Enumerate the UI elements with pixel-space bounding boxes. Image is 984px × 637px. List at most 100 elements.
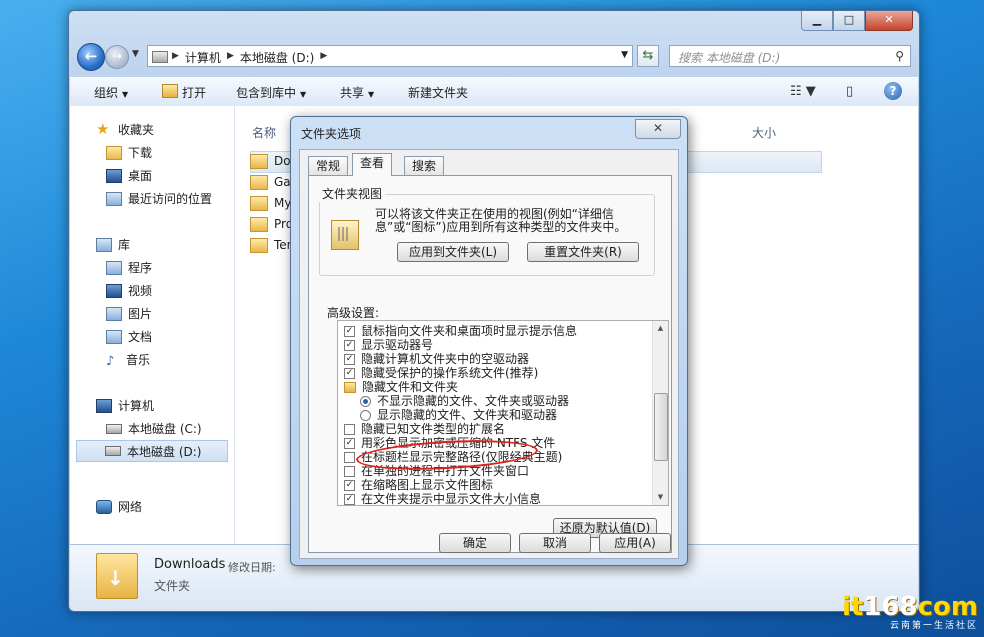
new-folder-button[interactable]: 新建文件夹 — [408, 84, 468, 101]
option-group-hidden-files: 隐藏文件和文件夹 — [344, 380, 458, 394]
option-show-drive-letters[interactable]: 显示驱动器号 — [344, 338, 433, 352]
sidebar-label: 桌面 — [128, 169, 153, 183]
sidebar-item-libraries[interactable]: 库 — [96, 236, 130, 253]
chevron-right-icon: ▶ — [226, 51, 234, 61]
option-label: 隐藏计算机文件夹中的空驱动器 — [361, 352, 530, 366]
sidebar-item-recent[interactable]: 最近访问的位置 — [106, 190, 212, 207]
dialog-close-button[interactable]: ✕ — [635, 119, 681, 139]
recent-pages-dropdown[interactable]: ▼ — [132, 49, 139, 59]
sidebar-item-desktop[interactable]: 桌面 — [106, 167, 152, 184]
dialog-title: 文件夹选项 — [301, 127, 362, 141]
checkbox-checked[interactable] — [344, 367, 355, 379]
sidebar-item-pictures[interactable]: 图片 — [106, 305, 152, 322]
cancel-button[interactable]: 取消 — [519, 533, 591, 553]
sidebar-item-videos[interactable]: 视频 — [106, 282, 152, 299]
sidebar-item-drive-c[interactable]: 本地磁盘 (C:) — [106, 420, 202, 437]
radio-selected[interactable] — [360, 395, 371, 407]
apply-to-folders-button[interactable]: 应用到文件夹(L) — [397, 242, 509, 262]
sidebar-label: 图片 — [128, 307, 153, 321]
sidebar-item-music[interactable]: ♪ 音乐 — [106, 351, 150, 369]
option-hide-empty-drives[interactable]: 隐藏计算机文件夹中的空驱动器 — [344, 352, 529, 366]
option-hide-known-extensions[interactable]: 隐藏已知文件类型的扩展名 — [344, 422, 505, 436]
checkbox-checked[interactable] — [344, 479, 355, 491]
checkbox-unchecked[interactable] — [344, 423, 355, 435]
open-button[interactable]: 打开 — [162, 84, 206, 101]
folder-icon — [250, 195, 268, 211]
crumb-computer[interactable]: 计算机 — [185, 49, 221, 66]
back-button[interactable]: ← — [77, 43, 105, 71]
network-icon — [96, 499, 112, 514]
sidebar-label: 下载 — [128, 146, 153, 160]
option-thumbnail-icons[interactable]: 在缩略图上显示文件图标 — [344, 478, 493, 492]
option-file-size-tips[interactable]: 在文件夹提示中显示文件大小信息 — [344, 492, 541, 505]
crumb-drive-d[interactable]: 本地磁盘 (D:) — [240, 49, 314, 66]
option-show-hidden[interactable]: 显示隐藏的文件、文件夹和驱动器 — [360, 408, 557, 422]
option-dont-show-hidden[interactable]: 不显示隐藏的文件、文件夹或驱动器 — [360, 394, 569, 408]
preview-pane-icon[interactable]: ▯ — [846, 84, 853, 99]
sidebar-item-programs[interactable]: 程序 — [106, 259, 152, 276]
option-hide-protected-os-files[interactable]: 隐藏受保护的操作系统文件(推荐) — [344, 366, 538, 380]
sidebar-item-favorites[interactable]: ★ 收藏夹 — [96, 120, 154, 138]
search-placeholder: 搜索 本地磁盘 (D:) — [678, 51, 781, 65]
checkbox-checked[interactable] — [344, 325, 355, 337]
option-show-popup-info[interactable]: 鼠标指向文件夹和桌面项时显示提示信息 — [344, 324, 577, 338]
refresh-button[interactable]: ⇆ — [637, 45, 659, 67]
ok-button[interactable]: 确定 — [439, 533, 511, 553]
tab-search[interactable]: 搜索 — [404, 156, 445, 175]
view-options-icon[interactable]: ☷ ▼ — [790, 84, 816, 99]
column-header-name[interactable]: 名称 — [252, 124, 276, 141]
option-label: 显示隐藏的文件、文件夹和驱动器 — [377, 408, 558, 422]
include-library-menu[interactable]: 包含到库中 ▼ — [236, 84, 306, 101]
option-label: 隐藏已知文件类型的扩展名 — [361, 422, 506, 436]
apply-button[interactable]: 应用(A) — [599, 533, 671, 553]
radio-unselected[interactable] — [360, 409, 371, 421]
dialog-body: 常规 查看 搜索 文件夹视图 可以将该文件夹正在使用的视图(例如“详细信息”或“… — [299, 149, 679, 559]
forward-button[interactable]: → — [105, 45, 129, 69]
sidebar-item-downloads[interactable]: 下载 — [106, 144, 152, 161]
scroll-thumb[interactable] — [654, 393, 668, 461]
search-input[interactable]: 搜索 本地磁盘 (D:) ⚲ — [669, 45, 911, 67]
view-tab-panel: 文件夹视图 可以将该文件夹正在使用的视图(例如“详细信息”或“图标”)应用到所有… — [308, 175, 672, 553]
share-menu[interactable]: 共享 ▼ — [340, 84, 374, 101]
column-header-size[interactable]: 大小 — [752, 124, 776, 141]
maximize-button[interactable]: □ — [833, 11, 865, 31]
close-button[interactable]: ✕ — [865, 11, 913, 31]
advanced-settings-list: 鼠标指向文件夹和桌面项时显示提示信息 显示驱动器号 隐藏计算机文件夹中的空驱动器… — [337, 320, 669, 506]
organize-menu[interactable]: 组织 ▼ — [94, 84, 128, 101]
checkbox-checked[interactable] — [344, 353, 355, 365]
sidebar-item-network[interactable]: 网络 — [96, 498, 142, 515]
organize-label: 组织 — [94, 86, 119, 100]
sidebar-label: 程序 — [128, 261, 153, 275]
address-dropdown-icon[interactable]: ▼ — [621, 50, 628, 60]
sidebar-label: 本地磁盘 (D:) — [127, 444, 202, 459]
folder-icon — [250, 174, 268, 190]
advanced-list-scrollbar[interactable]: ▲ ▼ — [652, 321, 668, 505]
pictures-icon — [106, 306, 122, 321]
checkbox-checked[interactable] — [344, 437, 355, 449]
checkbox-unchecked[interactable] — [344, 465, 355, 477]
chevron-right-icon: ▶ — [320, 51, 328, 61]
sidebar-label: 视频 — [128, 284, 153, 298]
folder-icon — [250, 153, 268, 169]
help-icon[interactable]: ? — [884, 82, 902, 100]
drive-icon — [106, 423, 122, 434]
checkbox-checked[interactable] — [344, 493, 355, 505]
share-label: 共享 — [340, 86, 365, 100]
tab-general[interactable]: 常规 — [308, 156, 349, 175]
reset-folders-button[interactable]: 重置文件夹(R) — [527, 242, 639, 262]
open-label: 打开 — [182, 86, 207, 100]
address-bar[interactable]: ▶ 计算机 ▶ 本地磁盘 (D:) ▶ ▼ — [147, 45, 633, 67]
checkbox-unchecked[interactable] — [344, 451, 355, 463]
minimize-button[interactable]: ▁ — [801, 11, 833, 31]
downloads-icon — [106, 145, 122, 160]
sidebar-item-computer[interactable]: 计算机 — [96, 397, 154, 414]
sidebar-item-documents[interactable]: 文档 — [106, 328, 152, 345]
checkbox-checked[interactable] — [344, 339, 355, 351]
scroll-down-icon[interactable]: ▼ — [653, 490, 668, 505]
folder-view-icon — [331, 220, 359, 250]
chevron-right-icon: ▶ — [172, 51, 179, 61]
sidebar-label: 网络 — [118, 500, 143, 514]
sidebar-item-drive-d[interactable]: 本地磁盘 (D:) — [76, 440, 228, 462]
scroll-up-icon[interactable]: ▲ — [653, 321, 668, 336]
tab-view[interactable]: 查看 — [352, 153, 393, 176]
